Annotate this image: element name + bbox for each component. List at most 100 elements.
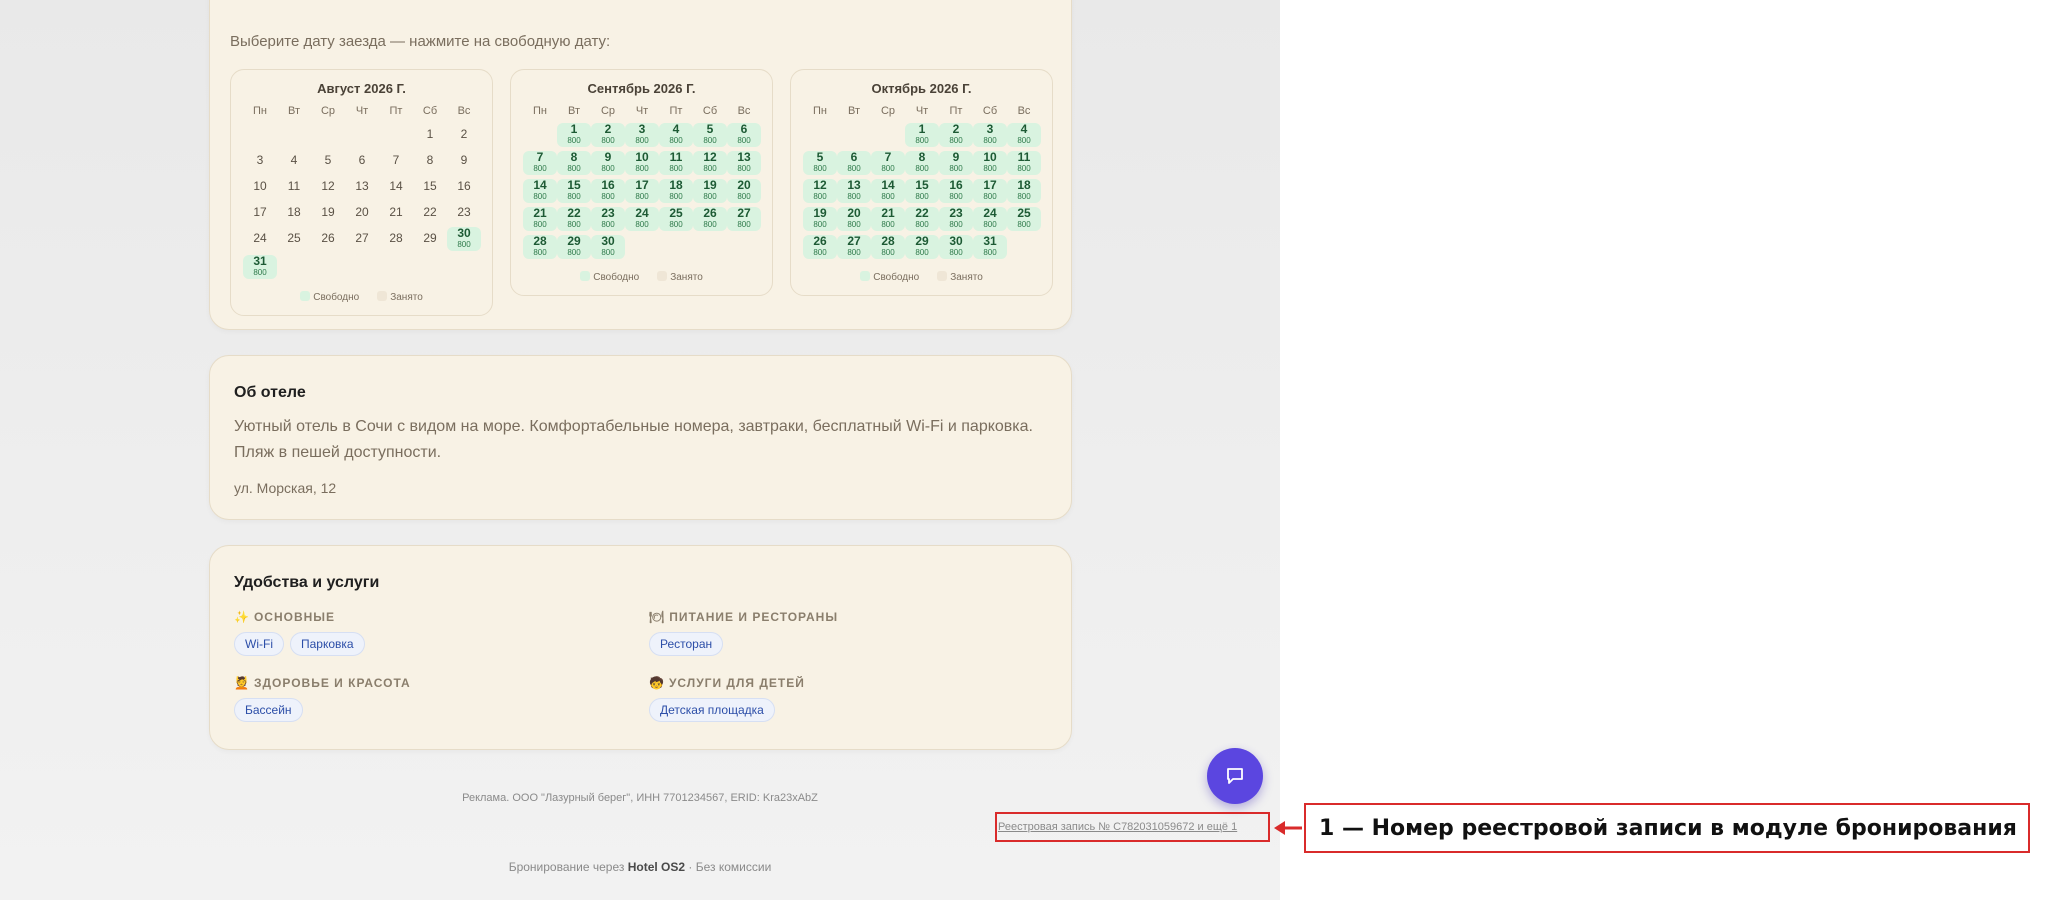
day-cell-free[interactable]: 31 800 xyxy=(243,255,277,279)
day-cell-free[interactable]: 31 800 xyxy=(973,235,1007,259)
day-cell-free[interactable]: 1 800 xyxy=(557,123,591,147)
day-price: 800 xyxy=(635,136,649,145)
day-number: 4 xyxy=(1020,122,1028,136)
day-cell-free[interactable]: 27 800 xyxy=(727,207,761,231)
day-cell-free[interactable]: 24 800 xyxy=(625,207,659,231)
day-cell: 7 xyxy=(392,153,400,167)
weekday-label: Чт xyxy=(355,105,369,117)
chat-icon xyxy=(1227,768,1243,784)
day-cell-free[interactable]: 22 800 xyxy=(557,207,591,231)
day-cell-free[interactable]: 2 800 xyxy=(591,123,625,147)
day-cell: 6 xyxy=(358,153,366,167)
day-cell-free[interactable]: 27 800 xyxy=(837,235,871,259)
powered-by: Бронирование через Hotel OS2 · Без комис… xyxy=(0,860,1280,874)
day-cell-free[interactable]: 1 800 xyxy=(905,123,939,147)
day-cell-free[interactable]: 20 800 xyxy=(837,207,871,231)
day-cell-free[interactable]: 25 800 xyxy=(1007,207,1041,231)
day-cell-free[interactable]: 18 800 xyxy=(1007,179,1041,203)
day-cell-free[interactable]: 19 800 xyxy=(803,207,837,231)
day-cell-free[interactable]: 23 800 xyxy=(591,207,625,231)
day-cell-free[interactable]: 12 800 xyxy=(693,151,727,175)
day-cell-free[interactable]: 29 800 xyxy=(905,235,939,259)
day-cell-free[interactable]: 21 800 xyxy=(523,207,557,231)
day-cell-free[interactable]: 20 800 xyxy=(727,179,761,203)
day-cell-free[interactable]: 12 800 xyxy=(803,179,837,203)
day-number: 16 xyxy=(601,178,615,192)
day-cell-free[interactable]: 3 800 xyxy=(625,123,659,147)
day-cell-free[interactable]: 4 800 xyxy=(1007,123,1041,147)
day-cell-free[interactable]: 13 800 xyxy=(837,179,871,203)
day-number: 17 xyxy=(635,178,649,192)
day-cell-free[interactable]: 30 800 xyxy=(591,235,625,259)
day-cell-free[interactable]: 17 800 xyxy=(625,179,659,203)
day-cell: 5 xyxy=(324,153,332,167)
day-cell-free[interactable]: 6 800 xyxy=(837,151,871,175)
weekday-label: Вт xyxy=(287,105,300,117)
amenity-group-icon: 🍽 xyxy=(649,610,666,624)
day-cell-free[interactable]: 15 800 xyxy=(557,179,591,203)
day-price: 800 xyxy=(457,240,471,249)
day-cell-free[interactable]: 18 800 xyxy=(659,179,693,203)
day-price: 800 xyxy=(533,248,547,257)
day-cell-free[interactable]: 6 800 xyxy=(727,123,761,147)
day-number: 30 xyxy=(457,226,471,240)
legend-free-label: Свободно xyxy=(873,272,920,283)
day-number: 24 xyxy=(983,206,997,220)
weekday-label: Пт xyxy=(389,105,403,117)
day-cell-free[interactable]: 19 800 xyxy=(693,179,727,203)
day-cell-free[interactable]: 28 800 xyxy=(871,235,905,259)
day-cell-free[interactable]: 3 800 xyxy=(973,123,1007,147)
days-grid: 1 2 3 4 5 6 7 8 9 10 11 12 13 14 15 16 17 18 19 20 21 22 23 24 2… xyxy=(243,123,492,279)
day-cell-free[interactable]: 14 800 xyxy=(871,179,905,203)
day-cell-free[interactable]: 29 800 xyxy=(557,235,591,259)
day-cell-free[interactable]: 30 800 xyxy=(939,235,973,259)
day-cell-free[interactable]: 30 800 xyxy=(447,227,481,251)
day-price: 800 xyxy=(1017,220,1031,229)
day-price: 800 xyxy=(635,164,649,173)
day-cell-free[interactable]: 9 800 xyxy=(939,151,973,175)
day-cell-free[interactable]: 28 800 xyxy=(523,235,557,259)
day-cell-free[interactable]: 8 800 xyxy=(557,151,591,175)
day-cell-free[interactable]: 26 800 xyxy=(803,235,837,259)
day-cell-free[interactable]: 2 800 xyxy=(939,123,973,147)
day-cell-free[interactable]: 21 800 xyxy=(871,207,905,231)
day-cell-free[interactable]: 15 800 xyxy=(905,179,939,203)
powered-brand[interactable]: Hotel OS2 xyxy=(628,860,685,874)
day-cell-free[interactable]: 25 800 xyxy=(659,207,693,231)
day-cell-free[interactable]: 22 800 xyxy=(905,207,939,231)
day-cell-free[interactable]: 24 800 xyxy=(973,207,1007,231)
day-cell-free[interactable]: 4 800 xyxy=(659,123,693,147)
amenity-group: 🧒 Услуги для детей Детская площадка xyxy=(649,676,805,722)
day-cell-free[interactable]: 7 800 xyxy=(871,151,905,175)
day-cell-free[interactable]: 11 800 xyxy=(1007,151,1041,175)
day-cell-free[interactable]: 9 800 xyxy=(591,151,625,175)
day-cell-free[interactable]: 26 800 xyxy=(693,207,727,231)
amenity-group-title: 💆 Здоровье и красота xyxy=(234,676,411,690)
day-cell-free[interactable]: 8 800 xyxy=(905,151,939,175)
amenities-card: Удобства и услуги ✨ Основные Wi-Fi Парковка… xyxy=(209,545,1072,750)
free-legend-swatch xyxy=(860,271,871,281)
day-number: 8 xyxy=(918,150,926,164)
about-text: Уютный отель в Сочи с видом на море. Ком… xyxy=(234,418,1033,461)
legend-busy-label: Занято xyxy=(670,272,703,283)
day-cell-free[interactable]: 16 800 xyxy=(591,179,625,203)
day-number: 18 xyxy=(669,178,683,192)
day-cell-free[interactable]: 17 800 xyxy=(973,179,1007,203)
day-cell-free[interactable]: 23 800 xyxy=(939,207,973,231)
day-number: 26 xyxy=(703,206,717,220)
day-cell-free[interactable]: 10 800 xyxy=(973,151,1007,175)
day-cell-free[interactable]: 5 800 xyxy=(693,123,727,147)
day-cell-free[interactable]: 16 800 xyxy=(939,179,973,203)
day-cell-free[interactable]: 11 800 xyxy=(659,151,693,175)
day-cell-free[interactable]: 5 800 xyxy=(803,151,837,175)
day-number: 25 xyxy=(1017,206,1031,220)
day-cell-free[interactable]: 13 800 xyxy=(727,151,761,175)
day-cell-free[interactable]: 7 800 xyxy=(523,151,557,175)
day-price: 800 xyxy=(737,136,751,145)
weekday-label: Вс xyxy=(737,105,751,117)
day-price: 800 xyxy=(533,164,547,173)
day-cell: 16 xyxy=(457,179,471,193)
day-cell-free[interactable]: 10 800 xyxy=(625,151,659,175)
day-cell-free[interactable]: 14 800 xyxy=(523,179,557,203)
day-price: 800 xyxy=(567,248,581,257)
